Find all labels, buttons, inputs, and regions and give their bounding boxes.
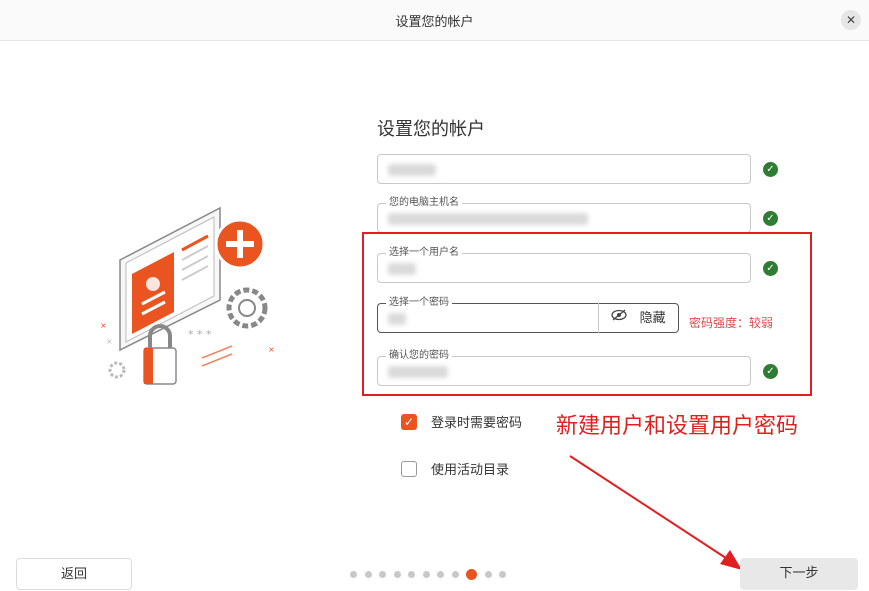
active-directory-label: 使用活动目录 [431, 463, 510, 478]
require-password-checkbox[interactable]: ✓ [401, 413, 417, 430]
small-gear-icon [108, 361, 126, 379]
plus-badge-icon [214, 218, 266, 270]
step-dot [499, 571, 506, 578]
step-dot [451, 571, 459, 578]
check-circle-icon: ✓ [763, 211, 778, 226]
password-label: 选择一个密码 [386, 296, 452, 310]
step-dot [350, 571, 357, 578]
check-circle-icon: ✓ [763, 261, 778, 276]
full-name-value [388, 162, 436, 176]
active-directory-checkbox[interactable] [401, 460, 417, 477]
asterisks-decoration: * * * [188, 328, 212, 341]
confirm-password-field[interactable]: 确认您的密码 [377, 349, 751, 386]
visibility-toggle-label: 隐藏 [639, 310, 666, 326]
check-circle-icon: ✓ [763, 162, 778, 177]
step-dot [379, 571, 386, 578]
confirm-password-label: 确认您的密码 [386, 349, 452, 363]
annotation-arrow [569, 455, 742, 570]
username-label: 选择一个用户名 [386, 246, 462, 260]
step-dot-active [466, 569, 477, 580]
hostname-label: 您的电脑主机名 [386, 196, 462, 210]
full-name-field[interactable] [377, 154, 751, 184]
step-dot [393, 571, 401, 578]
gear-icon [226, 287, 268, 329]
window-title: 设置您的帐户 [395, 15, 474, 30]
hostname-value [388, 211, 588, 225]
annotation-text: 新建用户和设置用户密码 [556, 414, 799, 439]
close-button[interactable]: ✕ [841, 10, 861, 30]
svg-text:×: × [100, 321, 107, 330]
step-dot [408, 571, 415, 578]
padlock-icon [143, 324, 177, 385]
require-password-row[interactable]: ✓ 登录时需要密码 [401, 412, 522, 431]
step-dot [364, 571, 372, 578]
hostname-field[interactable]: 您的电脑主机名 [377, 196, 751, 233]
eye-slash-icon [611, 303, 628, 333]
step-indicator [350, 569, 514, 580]
next-button[interactable]: 下一步 [740, 558, 858, 590]
password-visibility-toggle[interactable]: 隐藏 [598, 303, 678, 333]
svg-text:×: × [106, 337, 113, 346]
password-strength-text: 密码强度：较弱 [689, 316, 774, 330]
svg-text:×: × [268, 345, 275, 354]
step-dot [437, 571, 444, 578]
title-bar: 设置您的帐户 ✕ [0, 0, 869, 41]
close-icon: ✕ [845, 13, 857, 27]
username-field[interactable]: 选择一个用户名 [377, 246, 751, 283]
account-illustration: * * * × × × [100, 206, 275, 385]
username-value [388, 261, 416, 275]
check-circle-icon: ✓ [763, 364, 778, 379]
password-value [388, 311, 406, 325]
step-dot [422, 571, 430, 578]
form-heading: 设置您的帐户 [377, 119, 485, 140]
step-dot [484, 571, 492, 578]
require-password-label: 登录时需要密码 [431, 416, 523, 431]
active-directory-row[interactable]: 使用活动目录 [401, 459, 509, 478]
back-button[interactable]: 返回 [16, 558, 132, 590]
confirm-password-value [388, 364, 448, 378]
